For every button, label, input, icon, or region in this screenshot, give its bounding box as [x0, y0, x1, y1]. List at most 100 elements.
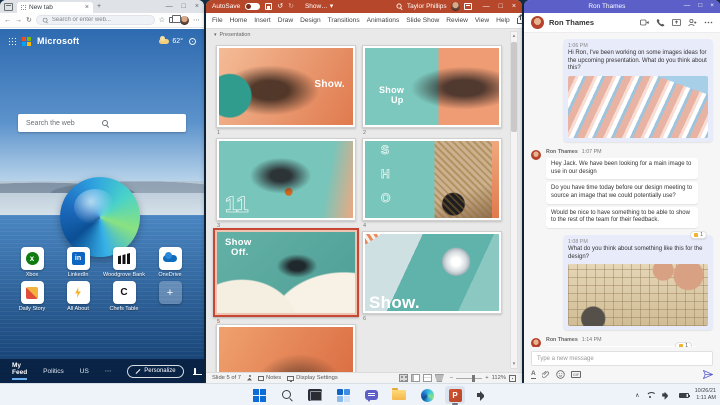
slide-thumbnail-4[interactable]: S H O — [362, 138, 502, 221]
slide-thumbnail-2[interactable]: Show Up — [362, 45, 502, 128]
powerpoint-taskbar-button[interactable]: P — [445, 386, 465, 405]
edge-active-tab[interactable]: New tab × — [17, 2, 93, 13]
wifi-icon[interactable] — [646, 392, 655, 399]
scroll-up-icon[interactable]: ▲ — [512, 32, 516, 40]
chat-button[interactable] — [361, 386, 381, 404]
zoom-slider[interactable] — [456, 374, 483, 382]
undo-icon[interactable]: ↺ — [277, 3, 283, 10]
shortcut-linkedin[interactable]: in LinkedIn — [56, 247, 100, 278]
tab-actions-icon[interactable] — [4, 2, 13, 11]
tray-expand-icon[interactable]: ∧ — [635, 392, 639, 399]
taskbar-clock[interactable]: 10/26/21 1:11 AM — [695, 388, 716, 402]
document-title[interactable]: Show… ▾ — [305, 3, 333, 10]
user-avatar[interactable] — [450, 2, 460, 11]
collections-icon[interactable] — [169, 15, 181, 23]
search-icon[interactable] — [102, 119, 178, 127]
zoom-out-icon[interactable]: − — [450, 375, 453, 381]
address-bar[interactable]: Search or enter web... — [35, 15, 155, 25]
share-icon[interactable] — [516, 14, 522, 24]
widgets-button[interactable] — [333, 386, 353, 404]
personalize-button[interactable]: Personalize — [127, 364, 184, 378]
feed-tab-my-feed[interactable]: My Feed — [12, 362, 28, 380]
sender-avatar[interactable] — [531, 338, 541, 347]
feed-tab-politics[interactable]: Politics — [43, 368, 64, 375]
file-explorer-button[interactable] — [389, 386, 409, 404]
maximize-button[interactable]: □ — [499, 3, 503, 10]
sound-app-button[interactable] — [473, 386, 493, 404]
zoom-in-icon[interactable]: + — [485, 375, 488, 381]
screen-share-icon[interactable] — [672, 18, 681, 27]
attach-icon[interactable] — [541, 370, 550, 379]
close-button[interactable]: × — [710, 3, 714, 10]
favorites-star-icon[interactable]: ☆ — [159, 17, 165, 24]
tab-slide-show[interactable]: Slide Show — [406, 17, 439, 24]
maximize-button[interactable]: □ — [182, 3, 186, 10]
audio-call-icon[interactable] — [656, 18, 665, 27]
message-list[interactable]: 1:06 PM Hi Ron, I've been working on som… — [524, 33, 720, 347]
shortcut-onedrive[interactable]: OneDrive — [148, 247, 192, 278]
shortcut-all-about[interactable]: All About — [56, 281, 100, 312]
scroll-down-icon[interactable]: ▼ — [512, 360, 516, 368]
video-call-icon[interactable] — [640, 18, 649, 27]
redo-icon[interactable]: ↻ — [288, 3, 294, 10]
contact-avatar[interactable] — [531, 16, 544, 29]
message-incoming[interactable]: Ron Thames 1:14 PM 1 Wow, perfect! Let m… — [531, 337, 713, 347]
feed-tab-us[interactable]: US — [80, 368, 89, 375]
more-options-icon[interactable] — [704, 18, 713, 27]
shortcut-xbox[interactable]: x Xbox — [10, 247, 54, 278]
tab-close-icon[interactable]: × — [85, 4, 89, 11]
message-outgoing[interactable]: 1 1:08 PM What do you think about someth… — [563, 231, 713, 331]
refresh-icon[interactable]: ↻ — [26, 17, 32, 24]
start-button[interactable] — [249, 386, 269, 404]
volume-icon[interactable] — [661, 391, 672, 400]
shortcut-woodgrove-bank[interactable]: Woodgrove Bank — [102, 247, 146, 278]
settings-more-icon[interactable]: ⋯ — [193, 17, 200, 24]
minimize-button[interactable]: — — [166, 3, 173, 10]
shortcut-chefs-table[interactable]: C Chefs Table — [102, 281, 146, 312]
add-people-icon[interactable] — [688, 18, 697, 27]
send-icon[interactable] — [703, 370, 713, 379]
accessibility-icon[interactable] — [247, 375, 252, 381]
add-shortcut-tile[interactable]: + — [148, 281, 192, 304]
forward-icon[interactable]: → — [15, 17, 22, 24]
reaction-badge[interactable]: 1 — [690, 231, 707, 240]
zoom-slider-knob[interactable] — [471, 374, 475, 382]
notes-button[interactable]: Notes — [258, 375, 281, 381]
section-header[interactable]: ▾ Presentation — [214, 32, 250, 38]
slide-thumbnail-7[interactable] — [216, 324, 356, 372]
tab-review[interactable]: Review — [446, 17, 468, 24]
feed-more-icon[interactable]: ⋯ — [105, 367, 112, 375]
format-icon[interactable]: A — [531, 370, 536, 379]
microsoft-wordmark[interactable]: Microsoft — [37, 36, 79, 46]
message-input[interactable]: Type a new message — [531, 351, 713, 366]
minimize-button[interactable]: — — [684, 3, 691, 10]
vertical-scrollbar[interactable]: ▲ ▼ — [510, 31, 518, 369]
web-search-box[interactable]: Search the web — [18, 114, 186, 132]
task-view-button[interactable] — [305, 386, 325, 404]
sender-avatar[interactable] — [531, 150, 541, 161]
tab-design[interactable]: Design — [300, 17, 321, 24]
grid-view-icon[interactable] — [398, 374, 408, 382]
close-button[interactable]: × — [195, 3, 199, 10]
slide-thumbnail-3[interactable]: 11 — [216, 138, 356, 221]
maximize-button[interactable]: □ — [698, 3, 702, 10]
normal-view-icon[interactable] — [410, 374, 420, 382]
notifications-bell-icon[interactable] — [192, 368, 202, 375]
tab-file[interactable]: File — [212, 17, 223, 24]
slideshow-view-icon[interactable] — [434, 374, 444, 382]
tab-transitions[interactable]: Transitions — [328, 17, 360, 24]
app-launcher-icon[interactable] — [8, 37, 16, 45]
fit-slide-icon[interactable] — [509, 374, 516, 382]
close-button[interactable]: × — [512, 3, 516, 10]
page-settings-gear-icon[interactable] — [189, 37, 196, 45]
emoji-icon[interactable] — [556, 370, 565, 379]
tab-insert[interactable]: Insert — [254, 17, 271, 24]
slide-thumbnail-6[interactable]: Show. — [362, 231, 502, 314]
search-icon[interactable] — [396, 3, 402, 10]
tab-view[interactable]: View — [475, 17, 489, 24]
edge-taskbar-button[interactable] — [417, 386, 437, 404]
message-incoming-group[interactable]: Ron Thames 1:07 PM Hey Jack. We have bee… — [531, 149, 713, 229]
tab-help[interactable]: Help — [496, 17, 510, 24]
minimize-button[interactable]: — — [483, 3, 490, 10]
attached-image-model[interactable] — [568, 264, 708, 327]
